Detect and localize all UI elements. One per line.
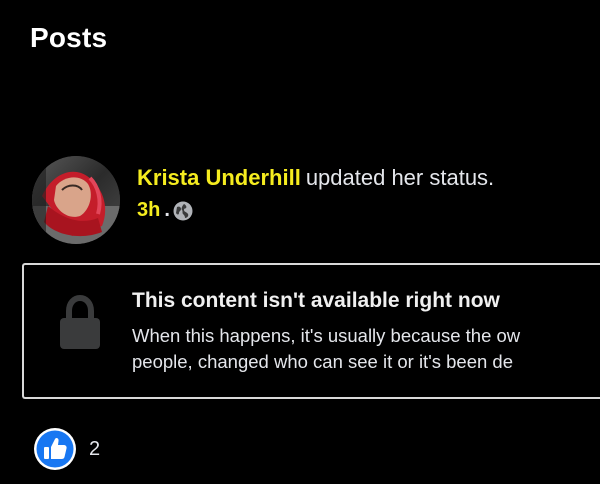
post-header-text: Krista Underhill updated her status. 3h . bbox=[137, 163, 494, 225]
post-title-line: Krista Underhill updated her status. bbox=[137, 163, 494, 193]
post-action-text: updated her status. bbox=[305, 165, 495, 190]
post-header: Krista Underhill updated her status. 3h . bbox=[32, 156, 494, 244]
avatar-image bbox=[32, 156, 120, 244]
post-meta: 3h . bbox=[137, 195, 494, 225]
reactions-summary[interactable]: 2 bbox=[33, 427, 100, 471]
unavailable-body-line: When this happens, it's usually because … bbox=[132, 325, 521, 346]
section-title: Posts bbox=[30, 22, 108, 53]
unavailable-body-line: people, changed who can see it or it's b… bbox=[132, 351, 513, 372]
unavailable-title: This content isn't available right now bbox=[132, 289, 500, 312]
like-icon bbox=[34, 428, 76, 470]
author-avatar[interactable] bbox=[32, 156, 120, 244]
meta-separator: . bbox=[164, 199, 170, 221]
posts-page: Posts Krista Underhill updated her statu… bbox=[0, 0, 600, 484]
unavailable-body: When this happens, it's usually because … bbox=[132, 323, 520, 375]
lock-icon bbox=[60, 295, 100, 349]
post-timestamp-link[interactable]: 3h bbox=[137, 195, 160, 225]
globe-icon[interactable] bbox=[173, 200, 193, 221]
author-name-link[interactable]: Krista Underhill bbox=[137, 165, 301, 190]
content-unavailable-box: This content isn't available right now W… bbox=[22, 263, 600, 399]
like-count: 2 bbox=[89, 437, 101, 460]
